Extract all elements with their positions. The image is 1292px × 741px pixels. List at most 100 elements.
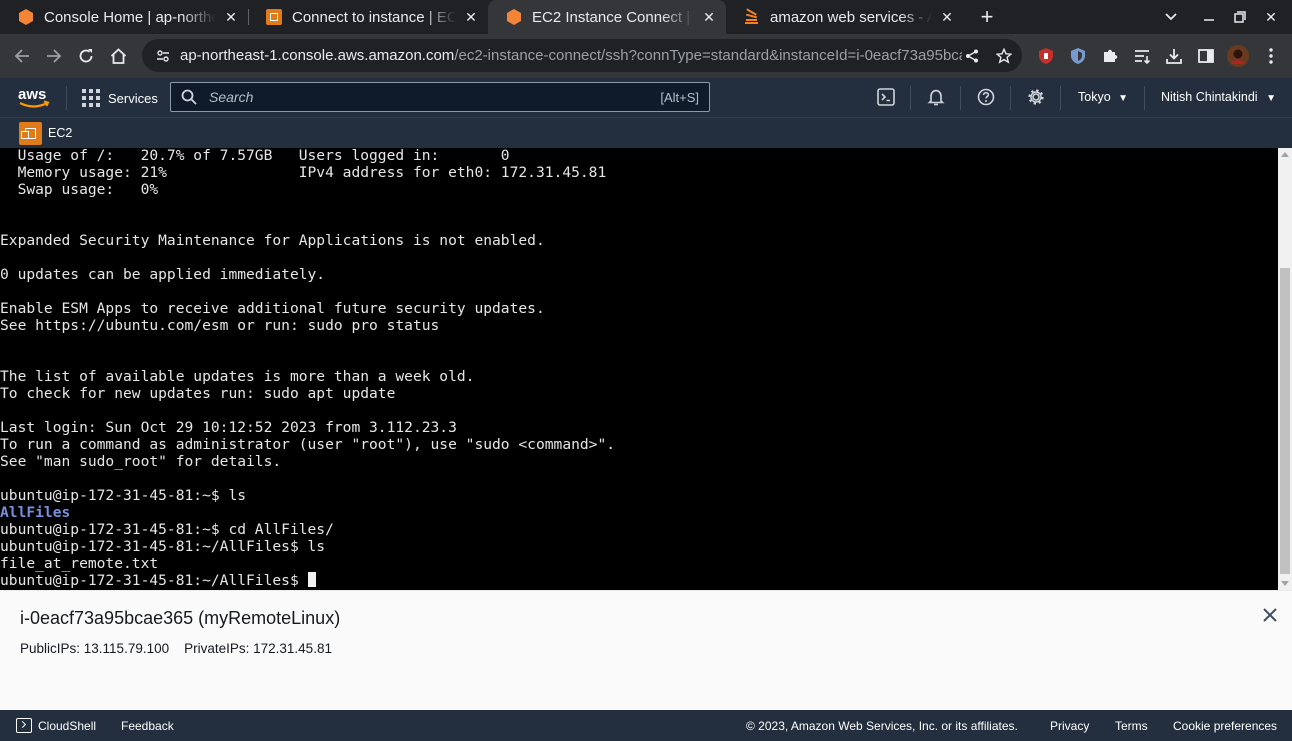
private-ips: PrivateIPs: 172.31.45.81 [184, 641, 332, 656]
cookie-preferences-link[interactable]: Cookie preferences [1173, 719, 1277, 733]
notifications-bell-icon[interactable] [926, 87, 946, 107]
tab-connect-to-instance[interactable]: Connect to instance | EC2 | ap-northeast… [248, 0, 488, 34]
user-name: Nitish Chintakindi [1161, 90, 1258, 104]
instance-title: i-0eacf73a95bcae365 (myRemoteLinux) [20, 608, 341, 628]
aws-top-navigation: aws Services [Alt+S] Tokyo ▼ Nitish Chin… [0, 78, 1292, 117]
terminal-line: Usage of /: 20.7% of 7.57GB Users logged… [0, 148, 510, 164]
caret-down-icon: ▼ [1266, 93, 1276, 104]
address-bar[interactable]: ap-northeast-1.console.aws.amazon.com/ec… [142, 39, 1022, 72]
tab-search-chevron-icon[interactable] [1160, 0, 1182, 34]
search-icon [181, 89, 197, 105]
extensions-puzzle-icon[interactable] [1099, 45, 1121, 67]
terminal-line: See "man sudo_root" for details. [0, 453, 282, 470]
profile-avatar[interactable] [1227, 45, 1249, 67]
ublock-extension-icon[interactable] [1035, 45, 1057, 67]
tab-title: EC2 Instance Connect | ap-northeast-1 [532, 8, 694, 26]
aws-hex-icon [18, 9, 34, 25]
privacy-badger-icon[interactable] [1067, 45, 1089, 67]
terminal-output: Usage of /: 20.7% of 7.57GB Users logged… [0, 148, 615, 589]
search-box[interactable]: [Alt+S] [170, 82, 710, 112]
divider [1144, 86, 1145, 110]
scroll-down-icon[interactable] [1281, 581, 1289, 586]
minimize-icon[interactable] [1198, 0, 1220, 34]
browser-menu-icon[interactable] [1260, 45, 1282, 67]
region-selector[interactable]: Tokyo ▼ [1078, 90, 1128, 104]
copyright-text: © 2023, Amazon Web Services, Inc. or its… [746, 719, 1018, 733]
cloudshell-icon[interactable] [16, 718, 32, 733]
close-tab-icon[interactable]: ✕ [700, 8, 718, 26]
ec2-icon [266, 9, 282, 25]
close-tab-icon[interactable]: ✕ [462, 8, 480, 26]
feedback-link[interactable]: Feedback [121, 719, 174, 733]
close-tab-icon[interactable]: ✕ [938, 8, 956, 26]
ec2-service-icon[interactable] [19, 122, 42, 145]
help-icon[interactable] [976, 87, 996, 107]
site-info-icon[interactable] [156, 49, 170, 63]
tab-title: amazon web services - AWS [770, 8, 932, 26]
url-path: /ec2-instance-connect/ssh?connType=stand… [454, 47, 962, 64]
reading-list-icon[interactable] [1131, 45, 1153, 67]
side-panel-icon[interactable] [1195, 45, 1217, 67]
public-ips: PublicIPs: 13.115.79.100 [20, 641, 170, 656]
terminal-line: ubuntu@ip-172-31-45-81:~$ ls [0, 487, 247, 504]
aws-logo-text: aws [18, 86, 46, 103]
terminal-line: ubuntu@ip-172-31-45-81:~$ cd AllFiles/ [0, 521, 334, 538]
home-icon[interactable] [104, 42, 132, 70]
terminal-scrollbar[interactable] [1278, 148, 1292, 590]
forward-arrow-icon[interactable] [40, 42, 68, 70]
cloudshell-link[interactable]: CloudShell [38, 719, 96, 733]
terminal-cursor [307, 572, 316, 587]
terminal-window[interactable]: Usage of /: 20.7% of 7.57GB Users logged… [0, 148, 1278, 590]
tab-ec2-instance-connect[interactable]: EC2 Instance Connect | ap-northeast-1 ✕ [488, 0, 726, 34]
new-tab-icon[interactable]: + [974, 0, 1000, 34]
aws-logo[interactable]: aws [18, 85, 50, 111]
terminal-line: Last login: Sun Oct 29 10:12:52 2023 fro… [0, 419, 457, 436]
terms-link[interactable]: Terms [1115, 719, 1148, 733]
divider [1060, 86, 1061, 110]
divider [910, 86, 911, 110]
terminal-line: To check for new updates run: sudo apt u… [0, 385, 396, 402]
close-panel-button[interactable] [1259, 604, 1281, 626]
tab-title: Console Home | ap-northeast-1 [44, 8, 216, 26]
terminal-line: Swap usage: 0% [0, 181, 159, 198]
scroll-up-icon[interactable] [1281, 152, 1289, 157]
maximize-icon[interactable] [1229, 0, 1251, 34]
instance-ips: PublicIPs: 13.115.79.100 PrivateIPs: 172.… [20, 641, 332, 656]
terminal-line: Memory usage: 21% IPv4 address for eth0:… [0, 164, 607, 181]
privacy-link[interactable]: Privacy [1050, 719, 1089, 733]
scrollbar-thumb[interactable] [1280, 268, 1290, 574]
bookmark-star-icon[interactable] [994, 47, 1014, 64]
terminal-line: ubuntu@ip-172-31-45-81:~/AllFiles$ ls [0, 538, 326, 555]
tab-amazon-web-services[interactable]: amazon web services - AWS ✕ [726, 0, 964, 34]
account-menu[interactable]: Nitish Chintakindi ▼ [1161, 90, 1276, 104]
ec2-service-link[interactable]: EC2 [48, 126, 72, 140]
back-arrow-icon[interactable] [8, 42, 36, 70]
browser-tab-strip: Console Home | ap-northeast-1 ✕ Connect … [0, 0, 1292, 34]
terminal-line: 0 updates can be applied immediately. [0, 266, 326, 283]
search-input[interactable] [209, 89, 661, 105]
services-menu-button[interactable]: Services [82, 86, 158, 110]
settings-gear-icon[interactable] [1026, 87, 1046, 107]
close-tab-icon[interactable]: ✕ [222, 8, 240, 26]
terminal-prompt-line[interactable]: ubuntu@ip-172-31-45-81:~/AllFiles$ [0, 572, 615, 589]
search-shortcut-hint: [Alt+S] [660, 89, 699, 105]
terminal-line: The list of available updates is more th… [0, 368, 475, 385]
url-host: ap-northeast-1.console.aws.amazon.com [180, 47, 455, 64]
stackoverflow-icon [744, 8, 760, 25]
region-label: Tokyo [1078, 90, 1111, 104]
share-icon[interactable] [962, 49, 982, 63]
cloudshell-icon[interactable] [876, 87, 896, 107]
close-window-icon[interactable]: ✕ [1260, 0, 1282, 34]
terminal-line: AllFiles [0, 504, 71, 521]
download-icon[interactable] [1163, 45, 1185, 67]
caret-down-icon: ▼ [1118, 93, 1129, 104]
aws-hex-icon [506, 9, 522, 25]
reload-icon[interactable] [72, 42, 100, 70]
tab-console-home[interactable]: Console Home | ap-northeast-1 ✕ [0, 0, 248, 34]
divider [960, 86, 961, 110]
